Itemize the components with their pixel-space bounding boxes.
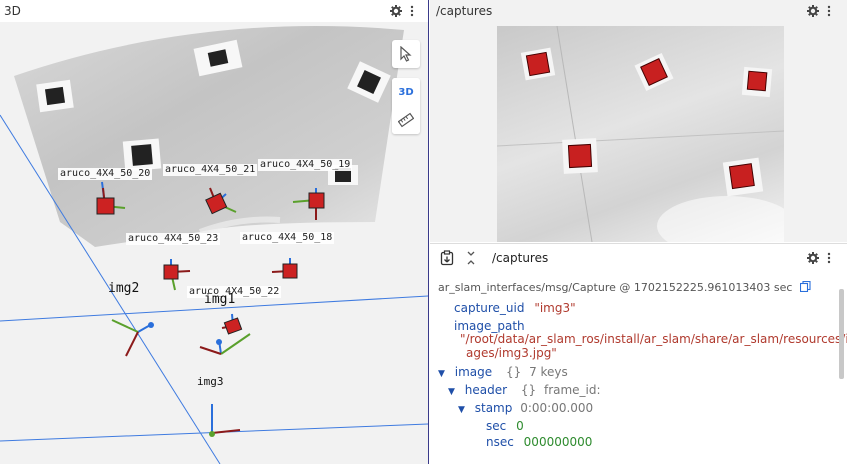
measure-tool-button[interactable] [392, 106, 420, 134]
field-value: "/root/data/ar_slam_ros/install/ar_slam/… [460, 332, 847, 346]
field-capture-uid: capture_uid "img3" [454, 301, 576, 315]
3d-viewport[interactable]: aruco_4X4_50_20 aruco_4X4_50_21 aruco_4X… [0, 22, 428, 464]
aruco-marker-18[interactable] [271, 258, 298, 279]
field-type: {} [505, 365, 522, 379]
kebab-menu-icon[interactable] [827, 252, 831, 264]
marker-label: aruco_4X4_50_18 [240, 232, 335, 244]
ruler-icon [398, 112, 414, 128]
kebab-menu-icon[interactable] [827, 5, 831, 17]
floor-marker-card [122, 138, 162, 172]
gear-icon[interactable] [807, 252, 819, 264]
camera-label: img2 [108, 281, 140, 296]
expand-triangle-icon[interactable]: ▼ [438, 369, 445, 379]
raw-message-panel: /captures ar_slam_interfaces/msg/Capture… [430, 243, 847, 465]
expand-triangle-icon[interactable]: ▼ [448, 387, 455, 397]
field-key: nsec [486, 435, 514, 449]
3d-panel-title: 3D [4, 4, 21, 18]
field-key: image [454, 365, 493, 379]
field-key: stamp [474, 401, 513, 415]
gear-icon[interactable] [807, 5, 819, 17]
field-value: ages/img3.jpg" [466, 346, 557, 360]
detected-marker [520, 47, 556, 81]
image-panel: /captures [430, 0, 847, 242]
aruco-marker-22[interactable] [221, 313, 243, 335]
image-panel-title: /captures [436, 4, 493, 18]
message-type-timestamp: ar_slam_interfaces/msg/Capture @ 1702152… [438, 281, 793, 294]
view-mode-3d-button[interactable]: 3D [392, 78, 420, 106]
marker-label: aruco_4X4_50_20 [58, 168, 153, 180]
field-value: 0 [516, 419, 524, 433]
detected-marker [562, 138, 598, 174]
field-key: sec [486, 419, 507, 433]
detected-marker [634, 52, 674, 92]
field-key: image_path [454, 319, 525, 333]
field-extra: frame_id: [543, 383, 601, 397]
marker-label: aruco_4X4_50_19 [258, 159, 353, 171]
field-value: 000000000 [523, 435, 593, 449]
field-key: header [464, 383, 508, 397]
marker-label: aruco_4X4_50_23 [126, 233, 221, 245]
field-header[interactable]: ▼ header {} frame_id: [448, 383, 601, 399]
field-nsec: nsec 000000000 [486, 435, 592, 449]
camera-image[interactable] [497, 26, 784, 242]
message-meta: ar_slam_interfaces/msg/Capture @ 1702152… [438, 280, 811, 294]
pointer-icon [400, 46, 412, 62]
copy-icon[interactable] [799, 280, 811, 293]
field-key: capture_uid [454, 301, 525, 315]
topic-name[interactable]: /captures [492, 251, 548, 265]
collapse-icon[interactable] [465, 251, 477, 265]
camera-image-content [497, 26, 784, 242]
field-type: {} [520, 383, 537, 397]
expand-triangle-icon[interactable]: ▼ [458, 405, 465, 415]
scrollbar[interactable] [839, 289, 844, 379]
select-tool-button[interactable] [392, 40, 420, 68]
field-image-path: image_path [454, 319, 525, 333]
field-image[interactable]: ▼ image {} 7 keys [438, 365, 568, 381]
gear-icon[interactable] [390, 5, 402, 17]
field-sec: sec 0 [486, 419, 524, 433]
field-value: "img3" [534, 301, 576, 315]
camera-label: img3 [197, 375, 224, 388]
detected-marker [741, 66, 773, 98]
kebab-menu-icon[interactable] [410, 5, 414, 17]
detected-marker [722, 157, 764, 197]
camera-label: img1 [204, 292, 236, 307]
marker-label: aruco_4X4_50_21 [163, 164, 258, 176]
field-stamp[interactable]: ▼ stamp 0:00:00.000 [458, 401, 593, 417]
camera-frame-img1[interactable] [199, 333, 251, 355]
field-count: 7 keys [529, 365, 568, 379]
floor-marker-card [36, 79, 74, 113]
clipboard-icon[interactable] [439, 250, 455, 266]
3d-panel: 3D aruco_4X4_50_20 aruco_4X4_50_21 aruco… [0, 0, 429, 464]
field-value: 0:00:00.000 [520, 401, 594, 415]
